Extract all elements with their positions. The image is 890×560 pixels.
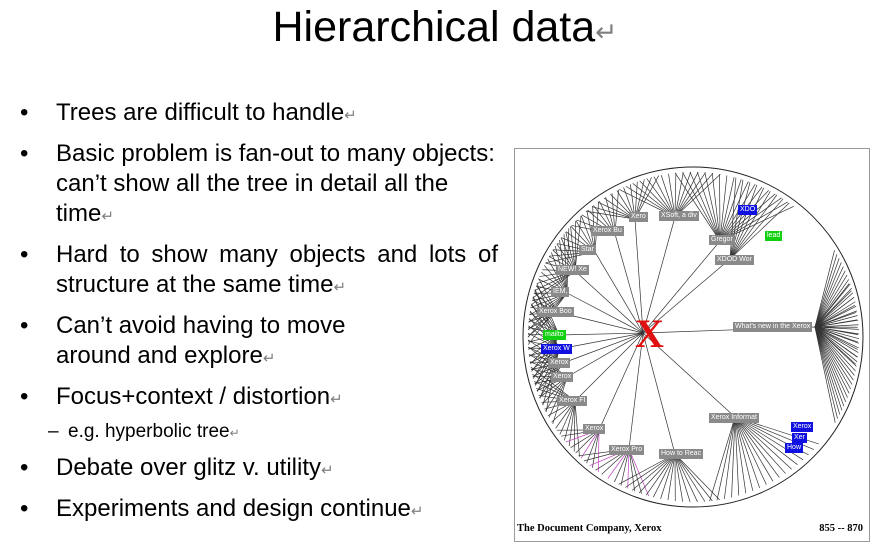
return-mark-icon: ↵ xyxy=(344,108,357,124)
bullet-item: Can’t avoid having to move around and ex… xyxy=(18,311,498,374)
bullet-list: Trees are difficult to handle↵ Basic pro… xyxy=(18,98,498,535)
tree-node[interactable]: Star xyxy=(579,245,596,255)
bullet-item: Experiments and design continue↵ xyxy=(18,494,498,527)
tree-edge xyxy=(628,448,642,494)
tree-node[interactable]: How to Reac xyxy=(659,449,704,459)
tree-node[interactable]: Gregor xyxy=(709,235,735,245)
bullet-text: Can’t avoid having to move around and ex… xyxy=(56,312,346,369)
sub-bullet-item: e.g. hyperbolic tree↵ xyxy=(18,419,498,447)
tree-edge xyxy=(574,400,580,457)
bullet-text: Focus+context / distortion xyxy=(56,383,331,410)
tree-node[interactable]: How xyxy=(785,443,804,453)
return-mark-icon: ↵ xyxy=(101,209,114,225)
bullet-item: Basic problem is fan-out to many objects… xyxy=(18,139,498,232)
tree-node[interactable]: Xerox FI xyxy=(557,396,588,406)
return-mark-icon: ↵ xyxy=(330,392,343,408)
tree-node[interactable]: Xerox Boo xyxy=(537,307,574,317)
bullet-item: Focus+context / distortion↵ xyxy=(18,382,498,415)
tree-node[interactable]: XSoft, a div xyxy=(659,211,699,221)
tree-node[interactable]: Xer xyxy=(792,433,807,443)
bullet-item: Debate over glitz v. utility↵ xyxy=(18,453,498,486)
tree-edge xyxy=(562,332,644,364)
hyperbolic-tree-figure: X Xerox Bu Xero XSoft, a div XDO Gregor … xyxy=(514,148,870,542)
return-mark-icon: ↵ xyxy=(321,463,334,479)
tree-node[interactable]: mailto xyxy=(543,330,566,340)
tree-node[interactable]: lead xyxy=(765,231,783,241)
tree-edge xyxy=(682,172,721,242)
tree-node[interactable]: Xerox Bu xyxy=(591,226,624,236)
caption-right: 855 -- 870 xyxy=(819,523,863,534)
bullet-item: Trees are difficult to handle↵ xyxy=(18,98,498,131)
tree-edge xyxy=(566,292,644,334)
tree-edge xyxy=(625,453,676,488)
tree-edge xyxy=(674,453,706,502)
tree-edge xyxy=(734,416,792,470)
return-mark-icon: ↵ xyxy=(262,351,276,367)
slide-title: Hierarchical data↵ xyxy=(0,2,890,57)
tree-node[interactable]: XDO xyxy=(738,205,758,215)
tree-node[interactable]: What's new in the Xerox xyxy=(733,322,813,332)
tree-edge xyxy=(734,416,798,465)
return-mark-icon: ↵ xyxy=(410,504,424,520)
caption-left: The Document Company, Xerox xyxy=(517,523,662,534)
tree-edge xyxy=(558,332,644,336)
figure-caption: The Document Company, Xerox 855 -- 870 xyxy=(515,523,869,539)
tree-edge xyxy=(697,171,721,242)
bullet-text: Basic problem is fan-out to many objects… xyxy=(56,140,495,227)
tree-edge xyxy=(598,429,600,473)
bullet-text: Trees are difficult to handle xyxy=(56,99,345,126)
tree-node[interactable]: Xero xyxy=(629,212,648,222)
tree-node[interactable]: XDOD Wor xyxy=(715,255,754,265)
tree-edge xyxy=(729,191,771,260)
tree-node[interactable]: Xerox xyxy=(583,424,606,434)
tree-edge xyxy=(709,416,736,502)
bullet-text: Experiments and design continue xyxy=(56,495,411,522)
slide-title-text: Hierarchical data xyxy=(272,3,596,51)
tree-node[interactable]: Xerox Informat xyxy=(709,413,759,423)
tree-edge xyxy=(574,270,644,334)
bullet-text: Debate over glitz v. utility xyxy=(56,454,321,481)
tree-node[interactable]: Xerox xyxy=(548,358,571,368)
bullet-text: e.g. hyperbolic tree xyxy=(68,421,230,442)
tree-node[interactable]: Xerox Pro xyxy=(609,445,645,455)
return-mark-icon: ↵ xyxy=(229,427,240,440)
tree-edge xyxy=(566,332,644,378)
return-mark-icon: ↵ xyxy=(595,17,618,47)
tree-edge xyxy=(704,172,721,242)
tree-node[interactable]: NEW! Xe xyxy=(556,265,589,275)
tree-edge xyxy=(574,332,644,402)
xerox-logo-icon: X xyxy=(635,311,664,356)
tree-edge xyxy=(814,279,849,328)
tree-node[interactable]: Xerox xyxy=(551,372,574,382)
tree-node[interactable]: Xerox xyxy=(791,422,814,432)
bullet-text: Hard to show many objects and lots of st… xyxy=(56,241,498,298)
bullet-item: Hard to show many objects and lots of st… xyxy=(18,240,498,303)
return-mark-icon: ↵ xyxy=(333,280,346,296)
tree-edge xyxy=(729,187,765,260)
tree-edge xyxy=(674,453,691,503)
tree-edge xyxy=(674,453,720,501)
tree-node[interactable]: Xerox W xyxy=(541,344,572,354)
tree-node[interactable]: IEM, xyxy=(551,287,570,297)
